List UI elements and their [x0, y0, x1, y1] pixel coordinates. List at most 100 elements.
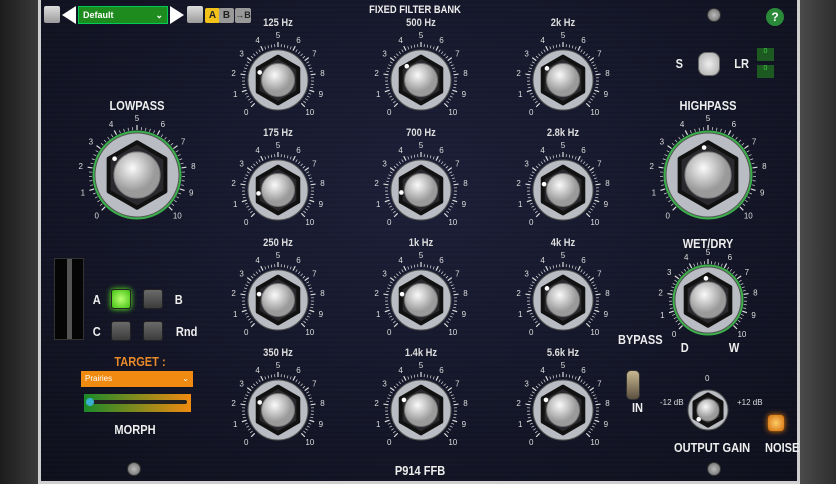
scale-tick: [535, 100, 538, 104]
scale-tick: [398, 161, 402, 165]
scale-label: 10: [590, 328, 599, 337]
bypass-toggle-switch[interactable]: [626, 370, 640, 400]
scale-tick: [241, 199, 247, 203]
scale-tick: [297, 51, 301, 55]
scale-tick: [306, 95, 310, 98]
filter-knob-1khz[interactable]: 01 2 3 4 5 6 7 8 9 10: [369, 248, 473, 352]
scale-tick: [432, 46, 435, 50]
scale-label: 8: [320, 69, 325, 78]
scale-tick: [446, 320, 449, 324]
scale-tick: [283, 44, 286, 48]
scale-label: 4: [398, 256, 403, 265]
background-left: [0, 0, 38, 484]
scale-tick: [309, 199, 315, 203]
scale-tick: [153, 130, 155, 134]
morph-pad-rnd[interactable]: [143, 321, 163, 341]
filter-knob-175hz[interactable]: 01 2 3 4 5 6 7 8 9 10: [226, 138, 330, 242]
scale-tick: [283, 374, 286, 378]
scale-label: 0: [665, 211, 670, 220]
wetdry-knob[interactable]: 0 1 2 3 4 5 6 7 8 9 10: [653, 245, 763, 355]
morph-pad-a[interactable]: [111, 289, 131, 309]
filter-knob-500hz[interactable]: 01 2 3 4 5 6 7 8 9 10: [369, 28, 473, 132]
scale-tick: [99, 203, 103, 206]
ab-a-button[interactable]: A: [205, 8, 220, 23]
scale-tick: [530, 64, 534, 67]
filter-knob-125hz[interactable]: 01 2 3 4 5 6 7 8 9 10: [226, 28, 330, 132]
scale-tick: [389, 171, 393, 174]
scale-label: 4: [540, 256, 545, 265]
scale-tick: [243, 180, 247, 183]
scale-label: 9: [604, 420, 609, 429]
scale-tick: [310, 293, 316, 296]
output-gain-knob[interactable]: [680, 382, 736, 438]
scale-tick: [738, 279, 742, 282]
scale-label: 7: [312, 50, 317, 59]
scale-tick: [407, 156, 410, 160]
scale-tick: [666, 150, 670, 153]
scale-tick: [178, 192, 182, 195]
filter-knob-56khz[interactable]: 01 2 3 4 5 6 7 8 9 10: [511, 358, 615, 462]
ab-b-button[interactable]: B: [219, 8, 234, 23]
scale-tick: [531, 387, 537, 392]
filter-knob-4khz[interactable]: 01 2 3 4 5 6 7 8 9 10: [511, 248, 615, 352]
scale-tick: [100, 142, 104, 146]
scale-tick: [545, 375, 549, 381]
scale-tick: [590, 208, 593, 211]
save-preset-icon[interactable]: [44, 6, 60, 23]
prev-preset-button[interactable]: [62, 6, 76, 24]
filter-knob-2khz[interactable]: 01 2 3 4 5 6 7 8 9 10: [511, 28, 615, 132]
scale-tick: [670, 203, 674, 206]
scale-tick: [738, 139, 742, 143]
scale-tick: [304, 387, 310, 392]
filter-knob-14khz[interactable]: 01 2 3 4 5 6 7 8 9 10: [369, 358, 473, 462]
scale-label: 1: [660, 311, 665, 320]
scale-tick: [393, 432, 399, 438]
scale-tick: [744, 145, 749, 150]
target-dropdown[interactable]: Prairies ⌄: [81, 371, 193, 387]
scale-tick: [303, 210, 306, 214]
morph-pad-b[interactable]: [143, 289, 163, 309]
help-button[interactable]: ?: [766, 8, 784, 26]
scale-tick: [665, 196, 669, 199]
save-as-icon[interactable]: [187, 6, 203, 23]
scale-tick: [176, 196, 180, 199]
scale-label: 9: [462, 420, 467, 429]
morph-slider-thumb[interactable]: [86, 398, 94, 406]
scale-tick: [594, 419, 600, 423]
scale-tick: [245, 284, 249, 287]
filter-knob-700hz[interactable]: 01 2 3 4 5 6 7 8 9 10: [369, 138, 473, 242]
filter-knob-350hz[interactable]: 01 2 3 4 5 6 7 8 9 10: [226, 358, 330, 462]
scale-tick: [587, 385, 591, 389]
scale-tick: [240, 73, 246, 76]
scale-tick: [531, 391, 535, 394]
scale-tick: [97, 200, 100, 203]
scale-tick: [292, 45, 296, 51]
scale-tick: [451, 287, 455, 290]
scale-tick: [389, 277, 395, 282]
lowpass-knob[interactable]: 0 1 2 3 4 5 6 7 8 9 10: [73, 111, 201, 239]
preset-dropdown[interactable]: Default ⌄: [78, 6, 168, 24]
scale-tick: [535, 322, 541, 328]
scale-tick: [403, 375, 407, 381]
scale-tick: [310, 416, 314, 419]
filter-knob-28khz[interactable]: 01 2 3 4 5 6 7 8 9 10: [511, 138, 615, 242]
scale-tick: [528, 180, 532, 183]
scale-tick: [445, 275, 449, 279]
next-preset-button[interactable]: [170, 6, 184, 24]
highpass-knob[interactable]: 0 1 2 3 4 5 6 7 8 9 10: [644, 111, 772, 239]
scale-tick: [577, 375, 581, 381]
scale-tick: [246, 391, 250, 394]
scale-tick: [525, 183, 531, 186]
scale-tick: [250, 210, 253, 214]
morph-pad-c[interactable]: [111, 321, 131, 341]
filter-knob-250hz[interactable]: 01 2 3 4 5 6 7 8 9 10: [226, 248, 330, 352]
scale-label: 7: [752, 137, 757, 146]
scale-tick: [446, 430, 449, 434]
scale-tick: [526, 419, 532, 423]
scale-tick: [90, 184, 94, 186]
morph-slider[interactable]: [84, 394, 191, 412]
stereo-toggle-switch[interactable]: [698, 52, 720, 76]
scale-tick: [429, 155, 432, 159]
noise-button[interactable]: [768, 415, 784, 431]
scale-tick: [595, 183, 601, 186]
